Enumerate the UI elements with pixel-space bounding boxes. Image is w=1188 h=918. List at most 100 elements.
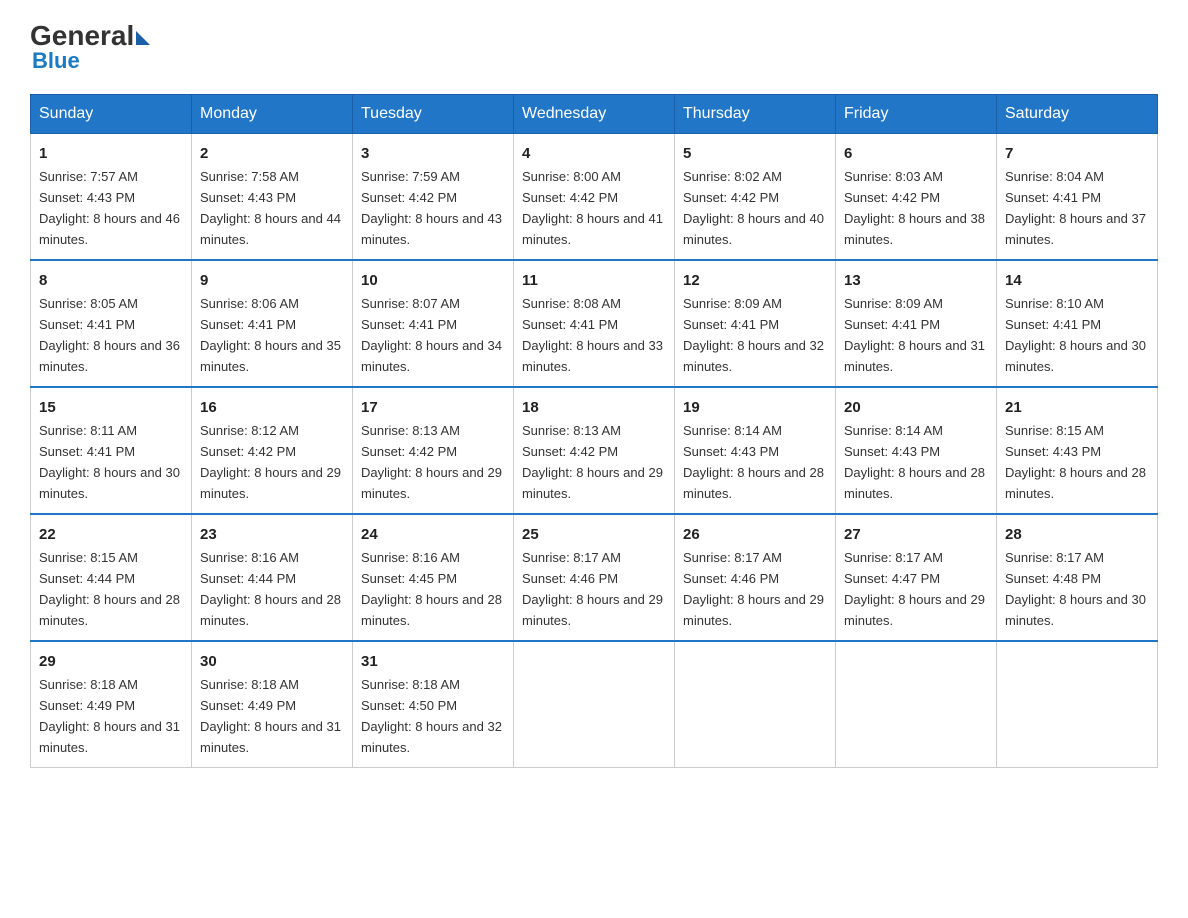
day-info: Sunrise: 7:58 AMSunset: 4:43 PMDaylight:… [200,169,341,247]
calendar-cell [675,641,836,767]
calendar-cell: 11 Sunrise: 8:08 AMSunset: 4:41 PMDayligh… [514,260,675,387]
day-info: Sunrise: 8:08 AMSunset: 4:41 PMDaylight:… [522,296,663,374]
day-info: Sunrise: 8:03 AMSunset: 4:42 PMDaylight:… [844,169,985,247]
calendar-cell: 23 Sunrise: 8:16 AMSunset: 4:44 PMDayligh… [192,514,353,641]
day-number: 18 [522,396,666,419]
calendar-cell: 9 Sunrise: 8:06 AMSunset: 4:41 PMDaylight… [192,260,353,387]
week-row-4: 22 Sunrise: 8:15 AMSunset: 4:44 PMDayligh… [31,514,1158,641]
day-number: 6 [844,142,988,165]
day-info: Sunrise: 8:16 AMSunset: 4:44 PMDaylight:… [200,550,341,628]
day-number: 21 [1005,396,1149,419]
day-info: Sunrise: 8:07 AMSunset: 4:41 PMDaylight:… [361,296,502,374]
calendar-cell: 30Sunrise: 8:18 AMSunset: 4:49 PMDayligh… [192,641,353,767]
day-number: 17 [361,396,505,419]
day-number: 8 [39,269,183,292]
calendar-cell: 28Sunrise: 8:17 AMSunset: 4:48 PMDayligh… [997,514,1158,641]
day-info: Sunrise: 7:59 AMSunset: 4:42 PMDaylight:… [361,169,502,247]
day-info: Sunrise: 8:04 AMSunset: 4:41 PMDaylight:… [1005,169,1146,247]
calendar-cell: 13Sunrise: 8:09 AMSunset: 4:41 PMDayligh… [836,260,997,387]
day-number: 1 [39,142,183,165]
calendar-cell: 3 Sunrise: 7:59 AMSunset: 4:42 PMDaylight… [353,134,514,260]
day-number: 30 [200,650,344,673]
header-tuesday: Tuesday [353,95,514,134]
day-number: 14 [1005,269,1149,292]
logo: General Blue [30,20,152,74]
day-info: Sunrise: 8:00 AMSunset: 4:42 PMDaylight:… [522,169,663,247]
calendar-cell: 7 Sunrise: 8:04 AMSunset: 4:41 PMDaylight… [997,134,1158,260]
day-number: 31 [361,650,505,673]
day-number: 10 [361,269,505,292]
day-info: Sunrise: 8:13 AMSunset: 4:42 PMDaylight:… [522,423,663,501]
day-info: Sunrise: 8:17 AMSunset: 4:47 PMDaylight:… [844,550,985,628]
header-wednesday: Wednesday [514,95,675,134]
calendar-cell: 10 Sunrise: 8:07 AMSunset: 4:41 PMDayligh… [353,260,514,387]
calendar-cell: 2 Sunrise: 7:58 AMSunset: 4:43 PMDaylight… [192,134,353,260]
day-info: Sunrise: 8:18 AMSunset: 4:49 PMDaylight:… [39,677,180,755]
calendar-cell: 6 Sunrise: 8:03 AMSunset: 4:42 PMDaylight… [836,134,997,260]
calendar-cell: 25 Sunrise: 8:17 AMSunset: 4:46 PMDayligh… [514,514,675,641]
day-number: 3 [361,142,505,165]
calendar-cell: 21Sunrise: 8:15 AMSunset: 4:43 PMDayligh… [997,387,1158,514]
calendar-cell: 12 Sunrise: 8:09 AMSunset: 4:41 PMDayligh… [675,260,836,387]
day-number: 2 [200,142,344,165]
week-row-2: 8 Sunrise: 8:05 AMSunset: 4:41 PMDaylight… [31,260,1158,387]
day-number: 13 [844,269,988,292]
calendar-cell: 24Sunrise: 8:16 AMSunset: 4:45 PMDayligh… [353,514,514,641]
day-number: 20 [844,396,988,419]
calendar-table: Sunday Monday Tuesday Wednesday Thursday… [30,94,1158,768]
calendar-cell: 4 Sunrise: 8:00 AMSunset: 4:42 PMDaylight… [514,134,675,260]
week-row-3: 15 Sunrise: 8:11 AMSunset: 4:41 PMDayligh… [31,387,1158,514]
day-number: 16 [200,396,344,419]
header-row: Sunday Monday Tuesday Wednesday Thursday… [31,95,1158,134]
logo-arrow-icon [136,31,150,45]
day-info: Sunrise: 8:11 AMSunset: 4:41 PMDaylight:… [39,423,180,501]
day-info: Sunrise: 8:13 AMSunset: 4:42 PMDaylight:… [361,423,502,501]
day-info: Sunrise: 8:06 AMSunset: 4:41 PMDaylight:… [200,296,341,374]
day-info: Sunrise: 8:09 AMSunset: 4:41 PMDaylight:… [683,296,824,374]
header-sunday: Sunday [31,95,192,134]
day-info: Sunrise: 7:57 AMSunset: 4:43 PMDaylight:… [39,169,180,247]
day-number: 22 [39,523,183,546]
day-number: 15 [39,396,183,419]
header-saturday: Saturday [997,95,1158,134]
calendar-cell: 19 Sunrise: 8:14 AMSunset: 4:43 PMDayligh… [675,387,836,514]
day-info: Sunrise: 8:10 AMSunset: 4:41 PMDaylight:… [1005,296,1146,374]
day-info: Sunrise: 8:14 AMSunset: 4:43 PMDaylight:… [683,423,824,501]
day-info: Sunrise: 8:17 AMSunset: 4:46 PMDaylight:… [522,550,663,628]
day-info: Sunrise: 8:17 AMSunset: 4:46 PMDaylight:… [683,550,824,628]
day-number: 23 [200,523,344,546]
calendar-cell: 22 Sunrise: 8:15 AMSunset: 4:44 PMDayligh… [31,514,192,641]
day-info: Sunrise: 8:18 AMSunset: 4:50 PMDaylight:… [361,677,502,755]
day-info: Sunrise: 8:12 AMSunset: 4:42 PMDaylight:… [200,423,341,501]
calendar-cell: 26Sunrise: 8:17 AMSunset: 4:46 PMDayligh… [675,514,836,641]
day-number: 25 [522,523,666,546]
day-info: Sunrise: 8:16 AMSunset: 4:45 PMDaylight:… [361,550,502,628]
calendar-cell: 5 Sunrise: 8:02 AMSunset: 4:42 PMDaylight… [675,134,836,260]
day-number: 12 [683,269,827,292]
calendar-cell [514,641,675,767]
day-number: 5 [683,142,827,165]
header-monday: Monday [192,95,353,134]
calendar-body: 1 Sunrise: 7:57 AMSunset: 4:43 PMDaylight… [31,134,1158,768]
header-friday: Friday [836,95,997,134]
calendar-cell: 15 Sunrise: 8:11 AMSunset: 4:41 PMDayligh… [31,387,192,514]
calendar-cell: 18 Sunrise: 8:13 AMSunset: 4:42 PMDayligh… [514,387,675,514]
calendar-cell: 31 Sunrise: 8:18 AMSunset: 4:50 PMDayligh… [353,641,514,767]
week-row-5: 29 Sunrise: 8:18 AMSunset: 4:49 PMDayligh… [31,641,1158,767]
day-number: 4 [522,142,666,165]
day-info: Sunrise: 8:02 AMSunset: 4:42 PMDaylight:… [683,169,824,247]
page-header: General Blue [30,20,1158,74]
day-number: 19 [683,396,827,419]
calendar-header: Sunday Monday Tuesday Wednesday Thursday… [31,95,1158,134]
day-info: Sunrise: 8:15 AMSunset: 4:44 PMDaylight:… [39,550,180,628]
day-info: Sunrise: 8:05 AMSunset: 4:41 PMDaylight:… [39,296,180,374]
day-number: 29 [39,650,183,673]
calendar-cell: 14 Sunrise: 8:10 AMSunset: 4:41 PMDayligh… [997,260,1158,387]
day-number: 9 [200,269,344,292]
day-info: Sunrise: 8:17 AMSunset: 4:48 PMDaylight:… [1005,550,1146,628]
day-info: Sunrise: 8:14 AMSunset: 4:43 PMDaylight:… [844,423,985,501]
day-number: 7 [1005,142,1149,165]
calendar-cell: 27Sunrise: 8:17 AMSunset: 4:47 PMDayligh… [836,514,997,641]
day-number: 11 [522,269,666,292]
calendar-cell: 16 Sunrise: 8:12 AMSunset: 4:42 PMDayligh… [192,387,353,514]
